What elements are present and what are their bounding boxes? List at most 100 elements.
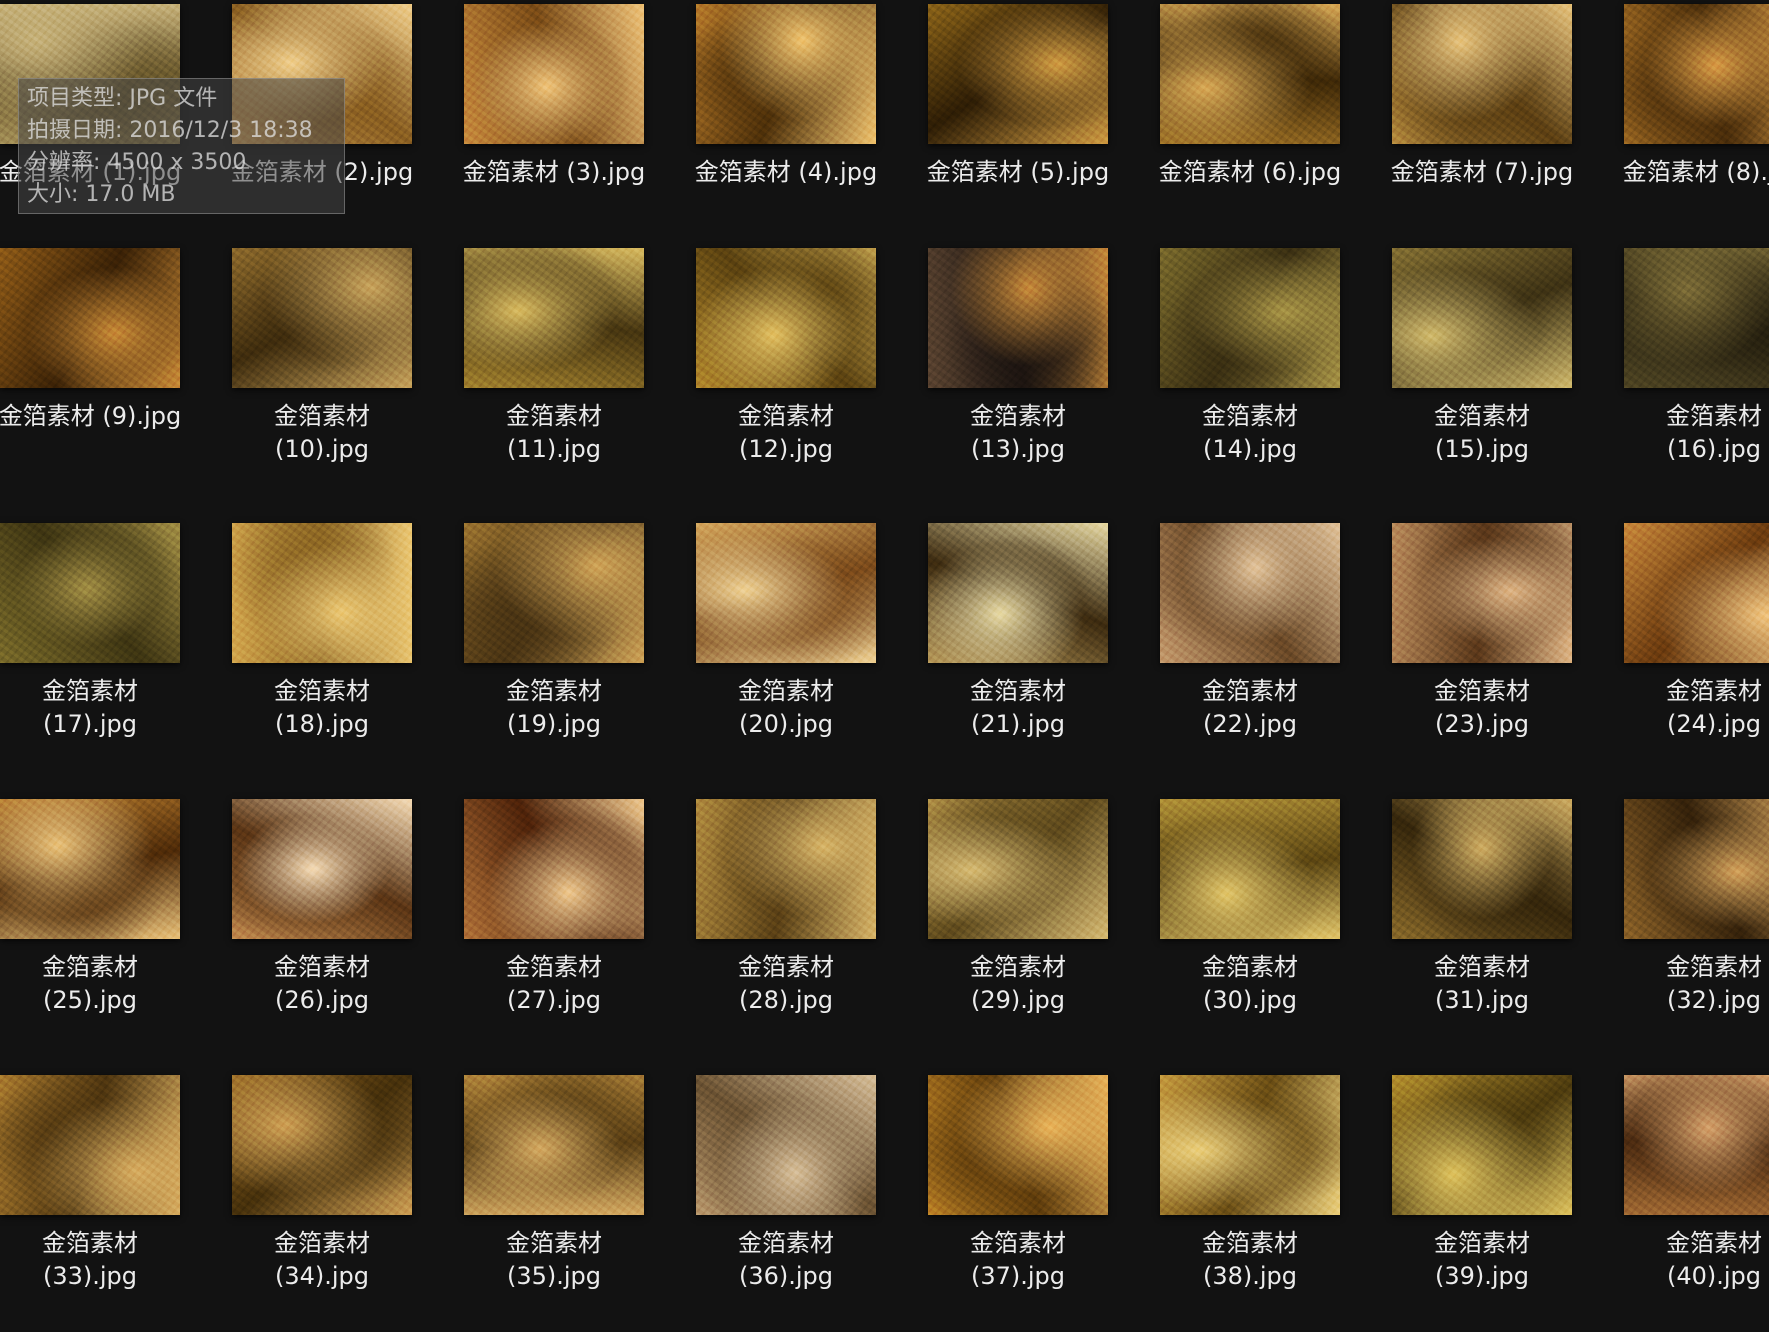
file-name-label[interactable]: 金箔素材 (36).jpg — [676, 1227, 896, 1293]
file-name-label[interactable]: 金箔素材 (20).jpg — [676, 675, 896, 741]
file-name-label[interactable]: 金箔素材 (3).jpg — [444, 156, 664, 189]
file-name-label[interactable]: 金箔素材 (30).jpg — [1140, 951, 1360, 1017]
file-item[interactable]: 金箔素材 (39).jpg — [1372, 1075, 1592, 1332]
file-name-label[interactable]: 金箔素材 (16).jpg — [1604, 400, 1769, 466]
file-item[interactable]: 金箔素材 (13).jpg — [908, 248, 1128, 508]
file-item[interactable]: 金箔素材 (38).jpg — [1140, 1075, 1360, 1332]
file-name-label[interactable]: 金箔素材 (10).jpg — [212, 400, 432, 466]
file-name-label[interactable]: 金箔素材 (24).jpg — [1604, 675, 1769, 741]
file-name-label[interactable]: 金箔素材 (38).jpg — [1140, 1227, 1360, 1293]
file-item[interactable]: 金箔素材 (15).jpg — [1372, 248, 1592, 508]
file-item[interactable]: 金箔素材 (28).jpg — [676, 799, 896, 1059]
file-item[interactable]: 金箔素材 (27).jpg — [444, 799, 664, 1059]
file-thumbnail[interactable] — [232, 523, 412, 663]
file-item[interactable]: 金箔素材 (3).jpg — [444, 4, 664, 264]
file-name-label[interactable]: 金箔素材 (19).jpg — [444, 675, 664, 741]
file-thumbnail[interactable] — [928, 248, 1108, 388]
file-name-label[interactable]: 金箔素材 (29).jpg — [908, 951, 1128, 1017]
file-thumbnail[interactable] — [1392, 523, 1572, 663]
file-item[interactable]: 金箔素材 (36).jpg — [676, 1075, 896, 1332]
file-item[interactable]: 金箔素材 (17).jpg — [0, 523, 200, 783]
file-name-label[interactable]: 金箔素材 (17).jpg — [0, 675, 200, 741]
file-thumbnail[interactable] — [1624, 1075, 1769, 1215]
file-thumbnail[interactable] — [1624, 523, 1769, 663]
file-name-label[interactable]: 金箔素材 (25).jpg — [0, 951, 200, 1017]
file-thumbnail[interactable] — [1160, 1075, 1340, 1215]
file-item[interactable]: 金箔素材 (33).jpg — [0, 1075, 200, 1332]
file-thumbnail[interactable] — [696, 1075, 876, 1215]
file-name-label[interactable]: 金箔素材 (12).jpg — [676, 400, 896, 466]
file-name-label[interactable]: 金箔素材 (2).jpg — [212, 156, 432, 189]
file-thumbnail[interactable] — [1160, 4, 1340, 144]
file-name-label[interactable]: 金箔素材 (21).jpg — [908, 675, 1128, 741]
file-name-label[interactable]: 金箔素材 (1).jpg — [0, 156, 200, 189]
file-thumbnail[interactable] — [1392, 248, 1572, 388]
file-thumbnail[interactable] — [464, 4, 644, 144]
file-item[interactable]: 金箔素材 (25).jpg — [0, 799, 200, 1059]
file-item[interactable]: 金箔素材 (24).jpg — [1604, 523, 1769, 783]
file-thumbnail[interactable] — [464, 1075, 644, 1215]
file-thumbnail[interactable] — [1160, 523, 1340, 663]
file-thumbnail[interactable] — [1392, 1075, 1572, 1215]
file-thumbnail[interactable] — [0, 799, 180, 939]
file-item[interactable]: 金箔素材 (20).jpg — [676, 523, 896, 783]
file-name-label[interactable]: 金箔素材 (4).jpg — [676, 156, 896, 189]
file-name-label[interactable]: 金箔素材 (9).jpg — [0, 400, 200, 433]
file-thumbnail[interactable] — [928, 799, 1108, 939]
file-name-label[interactable]: 金箔素材 (26).jpg — [212, 951, 432, 1017]
file-item[interactable]: 金箔素材 (2).jpg — [212, 4, 432, 264]
file-item[interactable]: 金箔素材 (19).jpg — [444, 523, 664, 783]
file-item[interactable]: 金箔素材 (4).jpg — [676, 4, 896, 264]
file-item[interactable]: 金箔素材 (18).jpg — [212, 523, 432, 783]
file-thumbnail[interactable] — [696, 4, 876, 144]
file-name-label[interactable]: 金箔素材 (28).jpg — [676, 951, 896, 1017]
file-item[interactable]: 金箔素材 (26).jpg — [212, 799, 432, 1059]
file-thumbnail[interactable] — [464, 248, 644, 388]
file-item[interactable]: 金箔素材 (22).jpg — [1140, 523, 1360, 783]
file-item[interactable]: 金箔素材 (32).jpg — [1604, 799, 1769, 1059]
file-item[interactable]: 金箔素材 (34).jpg — [212, 1075, 432, 1332]
file-item[interactable]: 金箔素材 (30).jpg — [1140, 799, 1360, 1059]
file-item[interactable]: 金箔素材 (10).jpg — [212, 248, 432, 508]
file-thumbnail[interactable] — [232, 4, 412, 144]
file-name-label[interactable]: 金箔素材 (37).jpg — [908, 1227, 1128, 1293]
file-item[interactable]: 金箔素材 (16).jpg — [1604, 248, 1769, 508]
file-name-label[interactable]: 金箔素材 (14).jpg — [1140, 400, 1360, 466]
file-item[interactable]: 金箔素材 (8).jpg — [1604, 4, 1769, 264]
file-name-label[interactable]: 金箔素材 (31).jpg — [1372, 951, 1592, 1017]
file-item[interactable]: 金箔素材 (12).jpg — [676, 248, 896, 508]
file-thumbnail[interactable] — [232, 799, 412, 939]
file-name-label[interactable]: 金箔素材 (5).jpg — [908, 156, 1128, 189]
file-item[interactable]: 金箔素材 (31).jpg — [1372, 799, 1592, 1059]
file-item[interactable]: 金箔素材 (6).jpg — [1140, 4, 1360, 264]
file-item[interactable]: 金箔素材 (1).jpg — [0, 4, 200, 264]
file-thumbnail[interactable] — [928, 1075, 1108, 1215]
file-item[interactable]: 金箔素材 (29).jpg — [908, 799, 1128, 1059]
file-thumbnail[interactable] — [1392, 4, 1572, 144]
file-item[interactable]: 金箔素材 (23).jpg — [1372, 523, 1592, 783]
file-name-label[interactable]: 金箔素材 (8).jpg — [1604, 156, 1769, 189]
file-item[interactable]: 金箔素材 (11).jpg — [444, 248, 664, 508]
file-name-label[interactable]: 金箔素材 (7).jpg — [1372, 156, 1592, 189]
file-thumbnail[interactable] — [1624, 248, 1769, 388]
file-name-label[interactable]: 金箔素材 (34).jpg — [212, 1227, 432, 1293]
file-name-label[interactable]: 金箔素材 (22).jpg — [1140, 675, 1360, 741]
file-item[interactable]: 金箔素材 (14).jpg — [1140, 248, 1360, 508]
file-name-label[interactable]: 金箔素材 (27).jpg — [444, 951, 664, 1017]
file-item[interactable]: 金箔素材 (7).jpg — [1372, 4, 1592, 264]
file-thumbnail[interactable] — [0, 248, 180, 388]
file-thumbnail[interactable] — [696, 799, 876, 939]
file-name-label[interactable]: 金箔素材 (6).jpg — [1140, 156, 1360, 189]
file-thumbnail[interactable] — [232, 1075, 412, 1215]
file-thumbnail[interactable] — [1160, 799, 1340, 939]
file-thumbnail[interactable] — [696, 248, 876, 388]
file-name-label[interactable]: 金箔素材 (23).jpg — [1372, 675, 1592, 741]
file-item[interactable]: 金箔素材 (5).jpg — [908, 4, 1128, 264]
file-thumbnail[interactable] — [1624, 4, 1769, 144]
file-item[interactable]: 金箔素材 (9).jpg — [0, 248, 200, 508]
file-name-label[interactable]: 金箔素材 (18).jpg — [212, 675, 432, 741]
file-thumbnail[interactable] — [0, 523, 180, 663]
file-thumbnail[interactable] — [1160, 248, 1340, 388]
file-name-label[interactable]: 金箔素材 (32).jpg — [1604, 951, 1769, 1017]
file-name-label[interactable]: 金箔素材 (15).jpg — [1372, 400, 1592, 466]
